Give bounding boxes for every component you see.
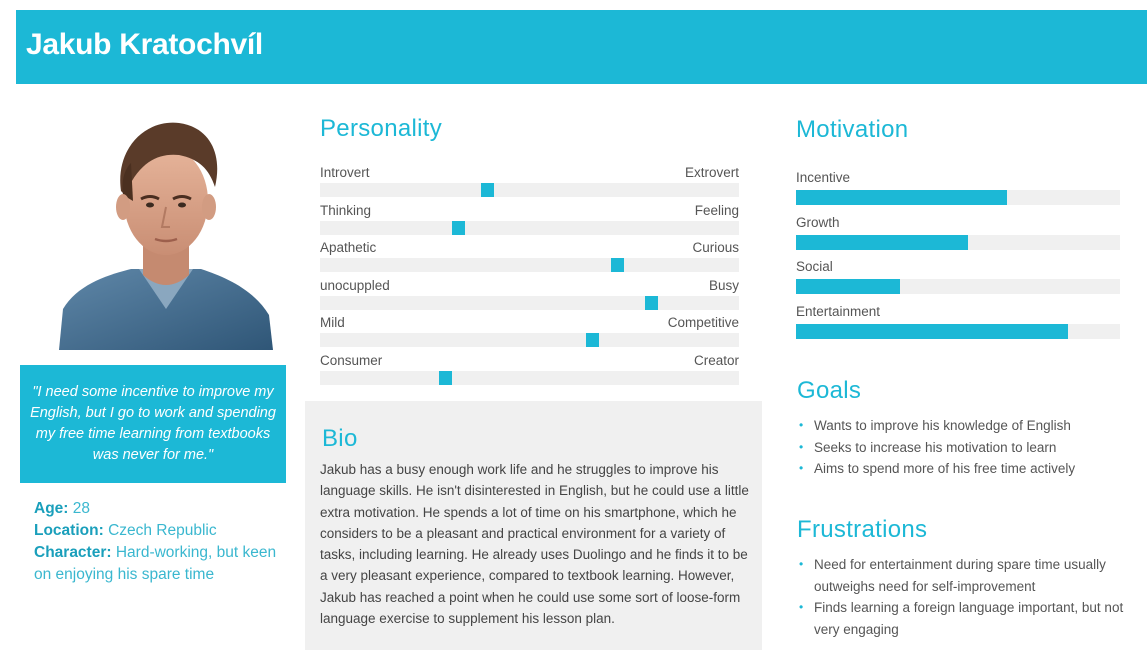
motivation-track xyxy=(796,279,1120,294)
bio-title: Bio xyxy=(322,425,358,452)
goal-item: Seeks to increase his motivation to lear… xyxy=(797,437,1075,459)
trait-left-label: Introvert xyxy=(320,165,370,180)
motivation-label: Incentive xyxy=(796,170,851,185)
trait-right-label: Busy xyxy=(708,277,739,293)
location-label: Location: xyxy=(34,522,104,539)
motivation-fill xyxy=(796,279,900,294)
trait-right-label: Curious xyxy=(692,240,739,255)
bio-panel: Bio Jakub has a busy enough work life an… xyxy=(305,401,762,650)
trait-track xyxy=(320,295,739,310)
motivation-label: Growth xyxy=(796,214,840,230)
persona-quote: "I need some incentive to improve my Eng… xyxy=(20,365,286,483)
motivation-fill xyxy=(796,323,1069,339)
motivation-row: Entertainment xyxy=(796,304,1120,339)
motivation-track xyxy=(796,234,1120,250)
trait-track xyxy=(320,183,739,197)
motivation-label: Social xyxy=(796,259,833,274)
trait-marker xyxy=(610,258,624,272)
persona-info: Age: 28 Location: Czech Republic Charact… xyxy=(34,498,294,586)
trait-marker xyxy=(585,333,599,347)
character-line: Character: Hard-working, but keen on enj… xyxy=(34,542,294,586)
quote-text: "I need some incentive to improve my Eng… xyxy=(30,384,276,463)
trait-left-label: Thinking xyxy=(320,202,372,218)
persona-photo xyxy=(59,109,273,350)
trait-marker xyxy=(439,370,453,385)
trait-row: Consumer Creator xyxy=(320,353,739,390)
trait-marker xyxy=(451,220,465,235)
age-label: Age: xyxy=(34,500,69,517)
frustration-item: Finds learning a foreign language import… xyxy=(797,597,1127,640)
location-line: Location: Czech Republic xyxy=(34,520,294,542)
location-value: Czech Republic xyxy=(108,522,217,539)
frustrations-title: Frustrations xyxy=(797,516,928,543)
trait-row: Mild Competitive xyxy=(320,315,739,352)
trait-right-label: Feeling xyxy=(694,202,739,218)
motivation-label: Entertainment xyxy=(796,303,881,319)
motivation-track xyxy=(796,190,1120,205)
motivation-title: Motivation xyxy=(796,116,909,143)
motivation-fill xyxy=(796,234,968,250)
trait-right-label: Extrovert xyxy=(684,165,739,180)
goal-item: Wants to improve his knowledge of Englis… xyxy=(797,415,1075,437)
trait-left-label: Mild xyxy=(320,315,345,330)
trait-track xyxy=(320,220,739,235)
goals-list: Wants to improve his knowledge of Englis… xyxy=(797,415,1075,480)
trait-left-label: unocuppled xyxy=(320,277,390,293)
character-label: Character: xyxy=(34,544,112,561)
trait-left-label: Consumer xyxy=(320,352,383,368)
trait-track xyxy=(320,258,739,272)
motivation-row: Social xyxy=(796,259,1120,294)
trait-marker xyxy=(481,183,495,197)
age-line: Age: 28 xyxy=(34,498,294,520)
frustrations-list: Need for entertainment during spare time… xyxy=(797,554,1127,640)
persona-name: Jakub Kratochvíl xyxy=(26,28,263,61)
trait-marker xyxy=(644,295,658,310)
trait-row: Thinking Feeling xyxy=(320,203,739,240)
header-bar: Jakub Kratochvíl xyxy=(16,10,1147,84)
trait-track xyxy=(320,333,739,347)
trait-row: unocuppled Busy xyxy=(320,278,739,315)
bio-text: Jakub has a busy enough work life and he… xyxy=(320,462,749,627)
frustration-item: Need for entertainment during spare time… xyxy=(797,554,1127,597)
goals-title: Goals xyxy=(797,377,862,404)
trait-row: Apathetic Curious xyxy=(320,240,739,277)
trait-track xyxy=(320,370,739,385)
personality-title: Personality xyxy=(320,115,443,142)
motivation-row: Growth xyxy=(796,215,1120,250)
age-value: 28 xyxy=(72,500,91,517)
trait-row: Introvert Extrovert xyxy=(320,165,739,202)
motivation-fill xyxy=(796,190,1007,205)
trait-right-label: Competitive xyxy=(667,315,739,330)
trait-left-label: Apathetic xyxy=(320,240,377,255)
motivation-row: Incentive xyxy=(796,170,1120,205)
motivation-track xyxy=(796,323,1120,339)
trait-right-label: Creator xyxy=(693,352,739,368)
goal-item: Aims to spend more of his free time acti… xyxy=(797,458,1075,480)
